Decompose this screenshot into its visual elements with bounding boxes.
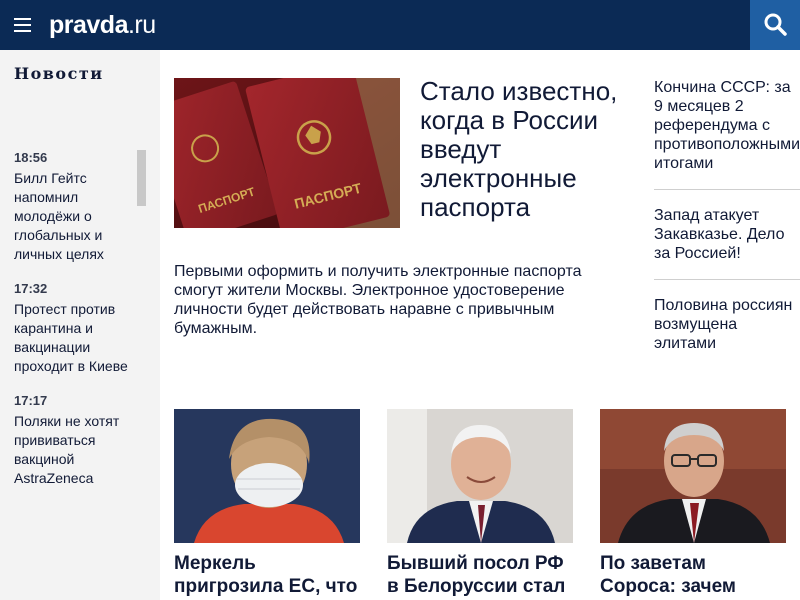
news-item[interactable]: 17:32 Протест против карантина и вакцина… (14, 281, 132, 376)
lead-story-summary: Первыми оформить и получить электронные … (174, 263, 582, 337)
news-sidebar: Новости 18:56 Билл Гейтс напомнил молодё… (0, 50, 160, 600)
news-list: 18:56 Билл Гейтс напомнил молодёжи о гло… (14, 150, 132, 505)
lead-story-image[interactable]: ПАСПОРТ ПАСПОРТ (174, 78, 400, 228)
story-card-image[interactable] (387, 409, 573, 543)
sidebar-title: Новости (14, 64, 104, 83)
lead-story-title[interactable]: Стало известно, когда в России введут эл… (420, 77, 635, 222)
news-item[interactable]: 17:17 Поляки не хотят прививаться вакцин… (14, 393, 132, 488)
news-time: 17:17 (14, 393, 48, 408)
story-card-title[interactable]: Меркель пригрозила ЕС, что ФРГ (174, 552, 360, 600)
news-headline[interactable]: Билл Гейтс напомнил молодёжи о глобальны… (14, 169, 132, 264)
top-story-link[interactable]: Запад атакует Закавказье. Дело за Россие… (654, 206, 800, 280)
sidebar-scrollbar[interactable] (137, 150, 146, 206)
top-story-link[interactable]: Половина россиян возмущена элитами (654, 296, 800, 369)
person-photo-ambassador (387, 409, 573, 543)
news-headline[interactable]: Протест против карантина и вакцинации пр… (14, 300, 132, 376)
logo-tld-text: .ru (127, 11, 156, 39)
news-time: 17:32 (14, 281, 48, 296)
site-header: pravda.ru (0, 0, 800, 50)
logo-main-text: pravda (49, 11, 128, 39)
menu-icon-bar (14, 24, 31, 26)
story-card[interactable]: Бывший посол РФ в Белоруссии стал (387, 409, 573, 598)
news-item[interactable]: 18:56 Билл Гейтс напомнил молодёжи о гло… (14, 150, 132, 264)
story-card[interactable]: По заветам Сороса: зачем (600, 409, 786, 598)
news-headline[interactable]: Поляки не хотят прививаться вакциной Ast… (14, 412, 132, 488)
menu-icon-bar (14, 18, 31, 20)
story-card[interactable]: Меркель пригрозила ЕС, что ФРГ (174, 409, 360, 600)
top-stories-list: Кончина СССР: за 9 месяцев 2 референдума… (654, 78, 800, 385)
news-time: 18:56 (14, 150, 48, 165)
passport-image: ПАСПОРТ ПАСПОРТ (174, 78, 400, 228)
story-card-title[interactable]: По заветам Сороса: зачем (600, 552, 786, 598)
top-story-link[interactable]: Кончина СССР: за 9 месяцев 2 референдума… (654, 78, 800, 190)
site-logo[interactable]: pravda.ru (49, 10, 156, 40)
person-photo-merkel (174, 409, 360, 543)
story-card-title[interactable]: Бывший посол РФ в Белоруссии стал (387, 552, 573, 598)
story-card-image[interactable] (600, 409, 786, 543)
menu-icon[interactable] (14, 17, 31, 32)
person-photo-man-glasses (600, 409, 786, 543)
story-card-image[interactable] (174, 409, 360, 543)
search-button[interactable] (750, 0, 800, 50)
menu-icon-bar (14, 30, 31, 32)
search-icon (764, 13, 787, 36)
